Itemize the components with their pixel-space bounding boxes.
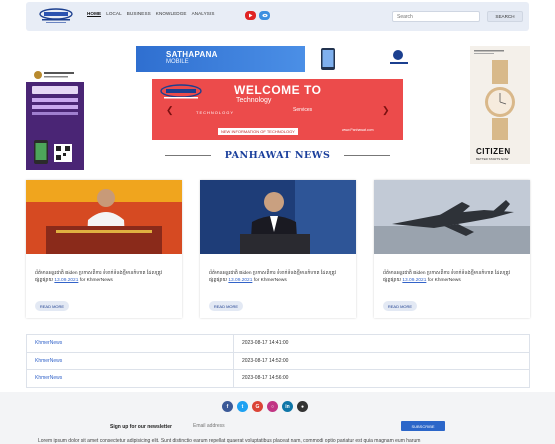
google-icon[interactable]: G: [252, 401, 263, 412]
left-side-ad[interactable]: [26, 68, 84, 170]
read-more-button[interactable]: READ MORE: [383, 301, 417, 311]
search-button[interactable]: SEARCH: [487, 11, 523, 22]
phone-artwork: [321, 48, 408, 70]
read-more-button[interactable]: READ MORE: [209, 301, 243, 311]
news-excerpt: ព័ត៌មានអន្តរជាតិ Biden ប្រកាសពីការ ទំនាក…: [209, 271, 349, 284]
slider-logo: [160, 84, 202, 99]
newsletter-label: Sign up for our newsletter: [110, 424, 172, 430]
table-row: KhmerNews 2023-08-17 14:52:00: [26, 351, 530, 370]
citizen-logo: CITIZEN: [476, 147, 511, 156]
table-time: 2023-08-17 14:56:00: [233, 369, 530, 388]
news-excerpt: ព័ត៌មានអន្តរជាតិ Biden ប្រកាសពីការ ទំនាក…: [383, 271, 523, 284]
twitter-icon[interactable]: t: [237, 401, 248, 412]
main-nav: HOME LOCAL BUSINESS KNOWLEDGE ANALYSIS: [87, 11, 215, 17]
nav-knowledge[interactable]: KNOWLEDGE: [156, 11, 187, 17]
chevron-left-icon[interactable]: ❮: [166, 105, 174, 116]
citizen-tagline: BETTER STARTS NOW: [476, 157, 509, 161]
linkedin-icon[interactable]: in: [282, 401, 293, 412]
search-input[interactable]: [392, 11, 480, 22]
theme-toggle-button[interactable]: [259, 11, 270, 20]
table-source-link[interactable]: KhmerNews: [26, 351, 234, 370]
right-side-ad[interactable]: CITIZEN BETTER STARTS NOW: [470, 46, 530, 164]
news-for: for: [79, 277, 86, 283]
ad-artwork: [32, 71, 78, 164]
instagram-icon[interactable]: ○: [267, 401, 278, 412]
news-card[interactable]: ព័ត៌មានអន្តរជាតិ Biden ប្រកាសពីការ ទំនាក…: [374, 180, 530, 318]
chevron-right-icon[interactable]: ❯: [382, 105, 390, 116]
welcome-slider: WELCOME TO Technology Services TECHNOLOG…: [152, 79, 403, 140]
youtube-button[interactable]: [245, 11, 256, 20]
footer-text: Lorem ipsum dolor sit amet consectetur a…: [38, 438, 421, 444]
news-for: for: [427, 277, 434, 283]
nav-local[interactable]: LOCAL: [106, 11, 122, 17]
github-icon[interactable]: ●: [297, 401, 308, 412]
slider-technology-text: Technology: [236, 97, 272, 104]
eye-icon: [261, 13, 268, 18]
news-date[interactable]: 13.09.2021: [228, 278, 252, 283]
table-source-link[interactable]: KhmerNews: [26, 334, 234, 353]
social-links: f t G ○ in ●: [222, 401, 308, 412]
news-card[interactable]: ព័ត៌មានអន្តរជាតិ Biden ប្រកាសពីការ ទំនាក…: [26, 180, 182, 318]
email-field[interactable]: [193, 421, 393, 431]
news-source: KhmerNews: [434, 277, 461, 283]
read-more-button[interactable]: READ MORE: [35, 301, 69, 311]
news-table: KhmerNews 2023-08-17 14:41:00 KhmerNews …: [26, 334, 530, 388]
nav-business[interactable]: BUSINESS: [127, 11, 151, 17]
news-card[interactable]: ព័ត៌មានអន្តរជាតិ Biden ប្រកាសពីការ ទំនាក…: [200, 180, 356, 318]
speaker-photo: [26, 180, 182, 254]
news-date[interactable]: 13.09.2021: [54, 278, 78, 283]
top-banner-ad[interactable]: SATHAPANA MOBILE: [136, 46, 418, 72]
slider-technology-small: TECHNOLOGY: [196, 110, 235, 115]
top-header: HOME LOCAL BUSINESS KNOWLEDGE ANALYSIS S…: [26, 2, 529, 31]
subscribe-button[interactable]: SUBSCRIBE: [401, 421, 445, 431]
fighter-jet-photo: [374, 180, 530, 254]
section-title: PANHAWAT NEWS: [160, 149, 395, 161]
title-divider-left: [164, 154, 211, 156]
news-source: KhmerNews: [86, 277, 113, 283]
news-excerpt: ព័ត៌មានអន្តរជាតិ Biden ប្រកាសពីការ ទំនាក…: [35, 271, 175, 284]
table-source-link[interactable]: KhmerNews: [26, 369, 234, 388]
news-image[interactable]: [26, 180, 182, 254]
nav-analysis[interactable]: ANALYSIS: [192, 11, 215, 17]
table-time: 2023-08-17 14:41:00: [233, 334, 530, 353]
slider-site-url: www.Panhawat.com: [342, 128, 374, 132]
title-divider-right: [344, 154, 391, 156]
news-source: KhmerNews: [260, 277, 287, 283]
table-row: KhmerNews 2023-08-17 14:41:00: [26, 334, 530, 353]
nav-home[interactable]: HOME: [87, 11, 102, 17]
play-icon: [249, 13, 253, 18]
slider-services-text: Services: [293, 107, 313, 113]
table-time: 2023-08-17 14:52:00: [233, 351, 530, 370]
site-logo[interactable]: [34, 7, 78, 25]
press-conference-photo: [200, 180, 356, 254]
news-for: for: [253, 277, 260, 283]
news-image[interactable]: [200, 180, 356, 254]
table-row: KhmerNews 2023-08-17 14:56:00: [26, 369, 530, 388]
facebook-icon[interactable]: f: [222, 401, 233, 412]
slider-welcome-text: WELCOME TO: [234, 83, 322, 97]
news-date[interactable]: 13.09.2021: [402, 278, 426, 283]
page: HOME LOCAL BUSINESS KNOWLEDGE ANALYSIS S…: [0, 0, 555, 444]
footer: f t G ○ in ● Sign up for our newsletter …: [0, 392, 555, 444]
slider-new-info: NEW INFORMATION OF TECHNOLOGY: [218, 128, 298, 135]
news-image[interactable]: [374, 180, 530, 254]
section-title-text: PANHAWAT NEWS: [224, 149, 331, 161]
